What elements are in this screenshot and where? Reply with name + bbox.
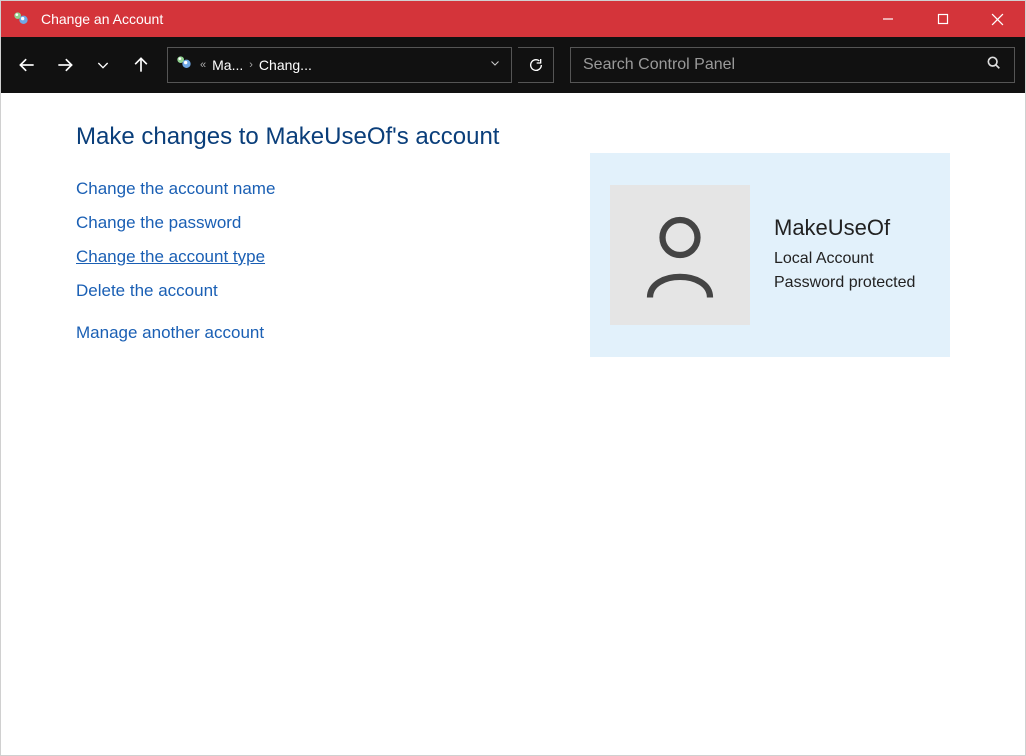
- minimize-button[interactable]: [860, 1, 915, 37]
- address-bar[interactable]: « Ma... › Chang...: [167, 47, 512, 83]
- avatar: [610, 185, 750, 325]
- account-type: Local Account: [774, 247, 915, 271]
- refresh-button[interactable]: [518, 47, 554, 83]
- link-change-account-name[interactable]: Change the account name: [76, 179, 275, 199]
- link-change-account-type[interactable]: Change the account type: [76, 247, 265, 267]
- back-button[interactable]: [11, 49, 43, 81]
- breadcrumb-seg-2[interactable]: Chang...: [259, 57, 312, 73]
- user-icon: [640, 210, 720, 300]
- user-accounts-icon: [11, 9, 31, 29]
- titlebar: Change an Account: [1, 1, 1025, 37]
- link-delete-account[interactable]: Delete the account: [76, 281, 218, 301]
- content-area: Make changes to MakeUseOf's account Chan…: [1, 93, 1025, 387]
- link-manage-another-account[interactable]: Manage another account: [76, 323, 264, 343]
- breadcrumb-overflow-icon[interactable]: «: [200, 59, 206, 71]
- account-name: MakeUseOf: [774, 215, 915, 241]
- up-button[interactable]: [125, 49, 157, 81]
- recent-dropdown[interactable]: [87, 49, 119, 81]
- breadcrumb-seg-1[interactable]: Ma...: [212, 57, 243, 73]
- account-status: Password protected: [774, 271, 915, 295]
- address-dropdown[interactable]: [485, 56, 505, 74]
- search-input[interactable]: [583, 56, 986, 74]
- user-accounts-icon: [174, 53, 194, 78]
- forward-button[interactable]: [49, 49, 81, 81]
- window-title: Change an Account: [41, 11, 163, 27]
- toolbar: « Ma... › Chang...: [1, 37, 1025, 93]
- page-heading: Make changes to MakeUseOf's account: [76, 123, 550, 151]
- chevron-right-icon: ›: [249, 59, 253, 71]
- maximize-button[interactable]: [915, 1, 970, 37]
- account-card: MakeUseOf Local Account Password protect…: [590, 153, 950, 357]
- search-box[interactable]: [570, 47, 1015, 83]
- search-icon[interactable]: [986, 55, 1002, 76]
- link-change-password[interactable]: Change the password: [76, 213, 241, 233]
- close-button[interactable]: [970, 1, 1025, 37]
